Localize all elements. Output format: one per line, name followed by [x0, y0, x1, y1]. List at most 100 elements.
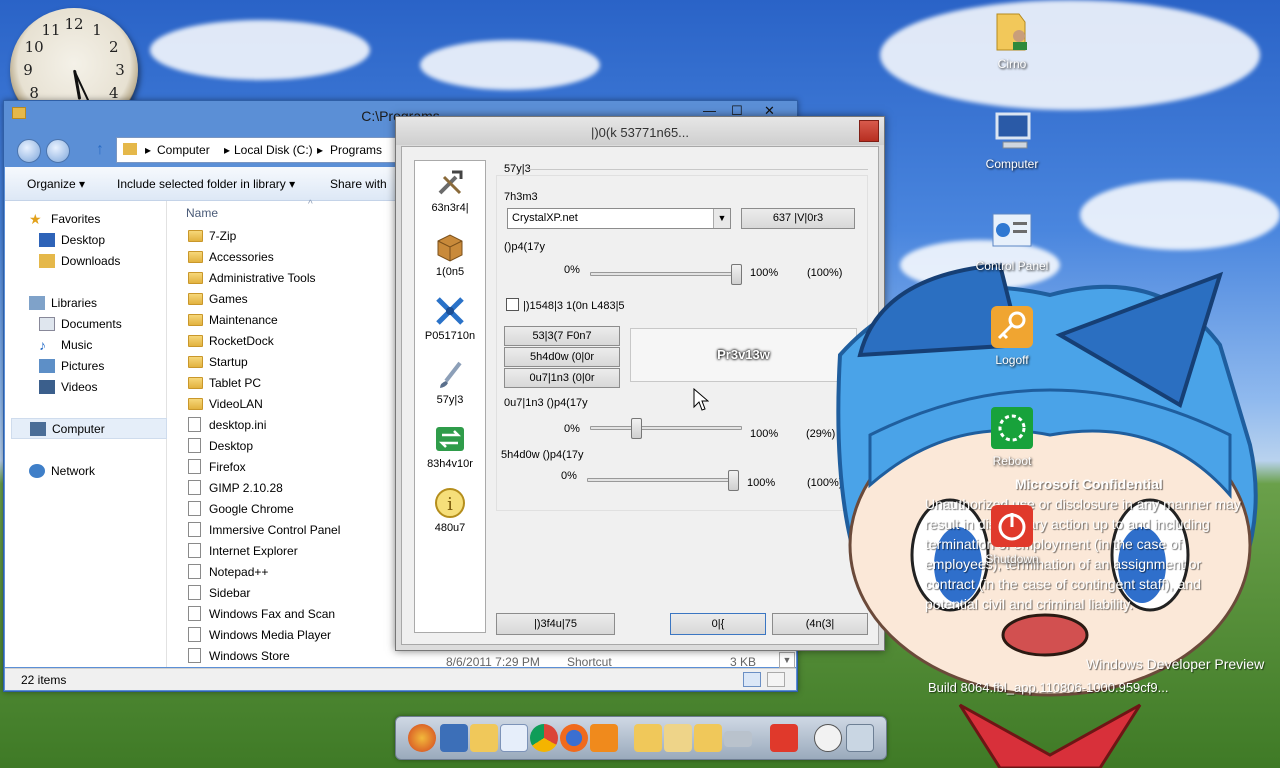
tiles-view-icon[interactable]	[767, 672, 785, 687]
file-list-item[interactable]: Google Chrome	[188, 498, 294, 519]
file-list-item[interactable]: Windows Store	[188, 645, 290, 666]
up-arrow-icon[interactable]: ↑	[96, 141, 104, 159]
file-list-item[interactable]: Maintenance	[188, 309, 278, 330]
ok-button[interactable]: 0|{	[670, 613, 766, 635]
file-list-item[interactable]: Sidebar	[188, 582, 250, 603]
nav-desktop[interactable]: Desktop	[39, 229, 105, 250]
select-font-button[interactable]: 53|3(7 F0n7	[504, 326, 620, 346]
opacity-slider[interactable]	[590, 264, 744, 286]
desktop-icon-reboot[interactable]: Reboot	[972, 405, 1052, 468]
desktop-icon-cirno[interactable]: Cirno	[972, 8, 1052, 71]
outline-color-button[interactable]: 0u7|1n3 (0|0r	[504, 368, 620, 388]
disable-icon-labels-checkbox[interactable]	[506, 298, 519, 311]
file-list-item[interactable]: Accessories	[188, 246, 274, 267]
nav-music[interactable]: ♪ Music	[39, 334, 92, 355]
file-name: Administrative Tools	[209, 270, 316, 285]
file-list-item[interactable]: Startup	[188, 351, 248, 372]
category-general[interactable]: 63n3r4|	[415, 167, 485, 214]
desktop-icon-control-panel[interactable]: Control Panel	[972, 210, 1052, 273]
media-player-icon[interactable]	[590, 724, 618, 752]
file-list-item[interactable]: Desktop	[188, 435, 253, 456]
file-list-item[interactable]: VideoLAN	[188, 393, 263, 414]
nav-favorites[interactable]: ★ Favorites	[29, 208, 100, 229]
opacity-slider-thumb[interactable]	[731, 264, 742, 285]
theme-dropdown[interactable]: CrystalXP.net ▼	[507, 208, 731, 229]
libraries-icon	[29, 295, 45, 310]
file-list-item[interactable]: RocketDock	[188, 330, 274, 351]
documents-folder-icon[interactable]	[664, 724, 692, 752]
share-with-button[interactable]: Share with	[330, 177, 387, 191]
name-column-header[interactable]: Name	[186, 206, 218, 220]
file-name: RocketDock	[209, 333, 274, 348]
details-view-icon[interactable]	[743, 672, 761, 687]
clock-icon[interactable]	[814, 724, 842, 752]
breadcrumb-programs[interactable]: Programs	[330, 143, 382, 157]
document-icon[interactable]	[500, 724, 528, 752]
scroll-down-arrow-icon[interactable]: ▼	[779, 652, 795, 668]
shortcut-icon	[188, 648, 201, 663]
power-icon[interactable]	[770, 724, 798, 752]
computer-icon[interactable]	[440, 724, 468, 752]
folder-icon	[123, 143, 137, 155]
folder-icon[interactable]	[694, 724, 722, 752]
nav-downloads[interactable]: Downloads	[39, 250, 120, 271]
nav-libraries[interactable]: Libraries	[29, 292, 97, 313]
file-list-item[interactable]: Notepad++	[188, 561, 268, 582]
recycle-bin-icon[interactable]	[846, 724, 874, 752]
shortcut-icon	[188, 501, 201, 516]
desktop-icon-logoff[interactable]: Logoff	[972, 304, 1052, 367]
file-list-item[interactable]: Games	[188, 288, 248, 309]
folder-icon	[188, 271, 203, 284]
info-icon: i	[435, 488, 465, 518]
file-list-item[interactable]: 7-Zip	[188, 225, 236, 246]
back-button[interactable]	[17, 139, 41, 163]
file-list-item[interactable]: Tablet PC	[188, 372, 261, 393]
desktop-icon-shutdown[interactable]: Shutdown	[972, 503, 1052, 566]
breadcrumb-local-disk[interactable]: Local Disk (C:)	[234, 143, 313, 157]
defaults-button[interactable]: |)3f4u|75	[496, 613, 615, 635]
include-in-library-button[interactable]: Include selected folder in library ▾	[117, 177, 295, 191]
file-list-item[interactable]: Immersive Control Panel	[188, 519, 340, 540]
nav-videos[interactable]: Videos	[39, 376, 97, 397]
desktop-icon-computer[interactable]: Computer	[972, 108, 1052, 171]
address-bar[interactable]: ▸ Computer ▸ Local Disk (C:) ▸ Programs	[116, 137, 396, 163]
outline-slider-thumb[interactable]	[631, 418, 642, 439]
music-icon: ♪	[39, 336, 46, 353]
category-icons[interactable]: 1(0n5	[415, 231, 485, 278]
file-list-item[interactable]: GIMP 2.10.28	[188, 477, 283, 498]
dialog-title-bar[interactable]: |)0(k 53771n65...	[396, 117, 884, 145]
status-bar: 22 items	[5, 668, 796, 690]
item-count: 22 items	[21, 673, 67, 687]
downloads-folder-icon[interactable]	[634, 724, 662, 752]
shadow-opacity-slider[interactable]	[587, 470, 741, 492]
nav-pictures[interactable]: Pictures	[39, 355, 104, 376]
file-list-item[interactable]: Windows Fax and Scan	[188, 603, 335, 624]
file-list-item[interactable]: Administrative Tools	[188, 267, 316, 288]
dialog-close-button[interactable]	[859, 120, 879, 142]
shadow-slider-thumb[interactable]	[728, 470, 739, 491]
organize-button[interactable]: Organize ▾	[27, 177, 85, 191]
shadow-color-button[interactable]: 5h4d0w (0|0r	[504, 347, 620, 367]
file-list-item[interactable]: Windows Media Player	[188, 624, 331, 645]
firefox-icon[interactable]	[560, 724, 588, 752]
chrome-icon[interactable]	[530, 724, 558, 752]
forward-button[interactable]	[46, 139, 70, 163]
outline-opacity-slider[interactable]	[590, 418, 744, 440]
file-name: Accessories	[209, 249, 274, 264]
file-list-item[interactable]: Firefox	[188, 456, 246, 477]
category-style[interactable]: 57y|3	[415, 359, 485, 406]
breadcrumb-computer[interactable]: Computer	[157, 143, 210, 157]
folder-icon[interactable]	[470, 724, 498, 752]
category-position[interactable]: P051710n	[415, 295, 485, 342]
start-orb-icon[interactable]	[408, 724, 436, 752]
power-icon	[991, 505, 1033, 547]
get-more-button[interactable]: 637 |V|0r3	[741, 208, 855, 229]
nav-network[interactable]: Network	[29, 460, 95, 481]
nav-computer[interactable]: Computer	[11, 418, 167, 439]
category-about[interactable]: i 480u7	[415, 487, 485, 534]
nav-documents[interactable]: Documents	[39, 313, 122, 334]
category-behavior[interactable]: 83h4v10r	[415, 423, 485, 470]
drive-icon[interactable]	[724, 731, 752, 747]
file-list-item[interactable]: desktop.ini	[188, 414, 266, 435]
file-list-item[interactable]: Internet Explorer	[188, 540, 298, 561]
